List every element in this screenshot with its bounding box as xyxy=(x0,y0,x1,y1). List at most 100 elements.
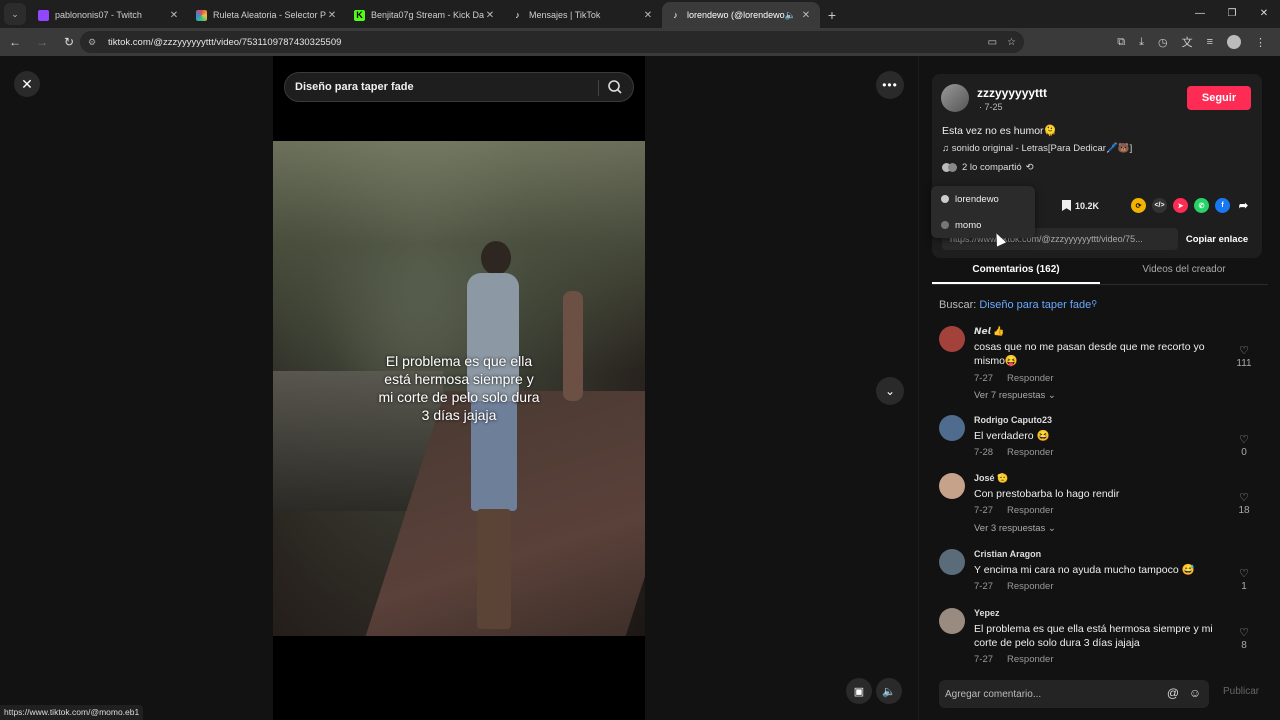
comment-user[interactable]: Cristian Aragon xyxy=(974,549,1041,559)
shared-label: 2 lo compartió xyxy=(962,162,1022,173)
media-control-icon[interactable]: ≡ xyxy=(1207,36,1213,48)
tab-search-button[interactable]: ⌄ xyxy=(4,3,26,25)
browser-tab-mensajes[interactable]: ♪ Mensajes | TikTok ✕ xyxy=(504,2,662,28)
close-video-button[interactable]: ✕ xyxy=(14,71,40,97)
pip-button[interactable]: ▣ xyxy=(846,678,872,704)
url-bar[interactable]: ⚙ tiktok.com/@zzzyyyyyyttt/video/7531109… xyxy=(80,31,1024,53)
avatar[interactable] xyxy=(939,473,965,499)
download-icon[interactable]: ⤓ xyxy=(1139,36,1144,49)
author-name[interactable]: zzzyyyyyyttt xyxy=(977,86,1047,100)
search-suggestion[interactable]: Buscar: Diseño para taper fade⚲ xyxy=(939,299,1097,311)
avatar[interactable] xyxy=(939,608,965,634)
tab-comments[interactable]: Comentarios (162) xyxy=(932,259,1100,284)
caption-line: está hermosa siempre y xyxy=(384,371,534,387)
sound-title: sonido original - Letras[Para Dedicar🖊️🐻… xyxy=(951,143,1133,154)
site-info-icon[interactable]: ⚙ xyxy=(88,37,102,48)
volume-button[interactable]: 🔈 xyxy=(876,678,902,704)
share-arrow-icon[interactable]: ➦ xyxy=(1236,198,1251,213)
comment-date: 7-27 xyxy=(974,581,994,592)
video-search-input[interactable]: Diseño para taper fade xyxy=(284,72,634,102)
comment-user[interactable]: Rodrigo Caputo23 xyxy=(974,415,1052,425)
speaker-icon[interactable]: 🔈 xyxy=(785,10,796,21)
tab-creator-videos[interactable]: Videos del creador xyxy=(1100,259,1268,284)
comment-user[interactable]: Yepez xyxy=(974,608,1000,618)
tiktok-icon: ♪ xyxy=(673,10,678,20)
comment-user[interactable]: 𝙉𝙚𝙡 👍 xyxy=(974,326,1004,337)
translate-icon[interactable]: 文 xyxy=(1182,34,1193,50)
reload-icon[interactable]: ↻ xyxy=(57,35,81,49)
emoji-icon[interactable]: ☺ xyxy=(1187,686,1203,702)
reply-button[interactable]: Responder xyxy=(1007,373,1053,384)
more-options-button[interactable]: ••• xyxy=(876,71,904,99)
close-icon[interactable]: ✕ xyxy=(800,10,812,21)
avatar[interactable] xyxy=(939,549,965,575)
view-replies-button[interactable]: Ver 3 respuestas ⌄ xyxy=(974,523,1056,534)
sound-link[interactable]: ♫ sonido original - Letras[Para Dedicar🖊… xyxy=(942,143,1132,154)
heart-icon[interactable]: ♡ xyxy=(1237,433,1251,446)
follow-button[interactable]: Seguir xyxy=(1187,86,1251,110)
extensions-icon[interactable]: ⧉ xyxy=(1117,36,1125,49)
popup-item-momo[interactable]: momo xyxy=(931,212,1035,238)
video-details-sidebar: zzzyyyyyyttt · 7-25 Seguir Esta vez no e… xyxy=(918,56,1280,720)
publish-button[interactable]: Publicar xyxy=(1223,686,1259,697)
caption-line: El problema es que ella xyxy=(385,353,533,369)
favorites-button[interactable]: 10.2K xyxy=(1062,200,1099,211)
like-count: 0 xyxy=(1241,447,1247,458)
cast-icon[interactable]: ▭ xyxy=(988,37,997,48)
back-icon[interactable]: ← xyxy=(3,35,27,49)
search-label: Buscar: xyxy=(939,299,977,311)
close-icon[interactable]: ✕ xyxy=(642,10,654,21)
new-tab-button[interactable]: + xyxy=(820,2,844,28)
extensions-area: ⧉ ⤓ ◷ 文 ≡ ⋮ xyxy=(1117,34,1266,50)
facebook-icon[interactable]: f xyxy=(1215,198,1230,213)
bookmark-star-icon[interactable]: ☆ xyxy=(1007,37,1016,48)
heart-icon[interactable]: ♡ xyxy=(1237,344,1251,357)
heart-icon[interactable]: ♡ xyxy=(1237,491,1251,504)
restore-icon[interactable]: ❐ xyxy=(1216,0,1248,28)
copy-link-button[interactable]: Copiar enlace xyxy=(1179,228,1255,250)
heart-icon[interactable]: ♡ xyxy=(1237,567,1251,580)
comment-meta: 7-28 Responder xyxy=(974,447,1054,458)
close-window-icon[interactable]: ✕ xyxy=(1248,0,1280,28)
send-to-friends-icon[interactable]: ➤ xyxy=(1173,198,1188,213)
heart-icon[interactable]: ♡ xyxy=(1237,626,1251,639)
video-caption: El problema es que ella está hermosa sie… xyxy=(273,352,645,424)
minimize-icon[interactable]: — xyxy=(1184,0,1216,28)
author-avatar[interactable] xyxy=(941,84,969,112)
browser-tab-kick[interactable]: K Benjita07g Stream - Kick Dashb... ✕ xyxy=(346,2,504,28)
whatsapp-icon[interactable]: ✆ xyxy=(1194,198,1209,213)
browser-tab-ruleta[interactable]: Ruleta Aleatoria - Selector Pers... ✕ xyxy=(188,2,346,28)
search-query-link[interactable]: Diseño para taper fade xyxy=(979,299,1091,311)
next-video-button[interactable]: ⌄ xyxy=(876,377,904,405)
comment-item: Cristian Aragon Y encima mi cara no ayud… xyxy=(939,549,1259,608)
reply-button[interactable]: Responder xyxy=(1007,447,1053,458)
forward-icon[interactable]: → xyxy=(30,35,54,49)
reply-button[interactable]: Responder xyxy=(1007,654,1053,665)
mention-icon[interactable]: @ xyxy=(1165,686,1181,702)
menu-kebab-icon[interactable]: ⋮ xyxy=(1255,36,1266,49)
browser-tab-twitch[interactable]: pablononis07 - Twitch ✕ xyxy=(30,2,188,28)
comment-user[interactable]: José 🫡 xyxy=(974,473,1008,484)
close-icon[interactable]: ✕ xyxy=(168,10,180,21)
reply-button[interactable]: Responder xyxy=(1007,505,1053,516)
like-count: 18 xyxy=(1238,505,1250,516)
avatar[interactable] xyxy=(939,415,965,441)
embed-icon[interactable]: </> xyxy=(1152,198,1167,213)
close-icon[interactable]: ✕ xyxy=(484,10,496,21)
avatar[interactable] xyxy=(939,326,965,352)
view-replies-button[interactable]: Ver 7 respuestas ⌄ xyxy=(974,390,1056,401)
reply-button[interactable]: Responder xyxy=(1007,581,1053,592)
popup-item-lorendewo[interactable]: lorendewo xyxy=(931,186,1035,212)
profile-avatar[interactable] xyxy=(1227,35,1241,49)
search-icon[interactable] xyxy=(607,79,623,95)
comment-meta: 7-27 Responder xyxy=(974,505,1054,516)
user-avatar-icon xyxy=(941,221,949,229)
history-icon[interactable]: ◷ xyxy=(1158,36,1168,49)
comment-input[interactable]: Agregar comentario... @ ☺ xyxy=(939,680,1209,708)
person-figure xyxy=(463,241,523,631)
shared-by[interactable]: 2 lo compartió ⟲ xyxy=(942,162,1034,173)
close-icon[interactable]: ✕ xyxy=(326,10,338,21)
browser-tab-bar: ⌄ pablononis07 - Twitch ✕ Ruleta Aleator… xyxy=(0,0,1280,28)
browser-tab-lorendewo[interactable]: ♪ lorendewo (@lorendewo) | 🔈 ✕ xyxy=(662,2,820,28)
repost-share-icon[interactable]: ⟳ xyxy=(1131,198,1146,213)
